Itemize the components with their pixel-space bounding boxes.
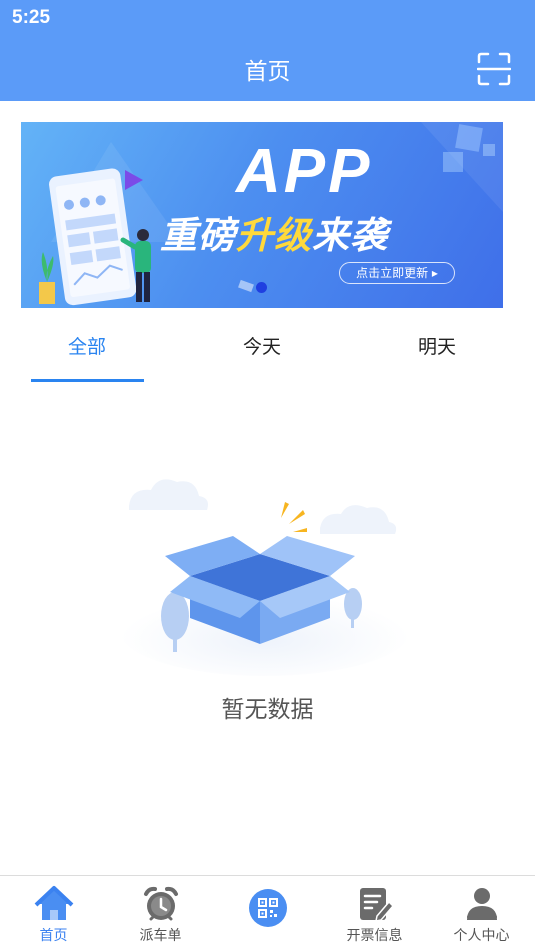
promo-banner[interactable]: APP 重磅升级来袭 点击立即更新 ▸: [21, 122, 503, 308]
nav-home[interactable]: 首页: [0, 876, 107, 951]
nav-label-invoice: 开票信息: [346, 928, 403, 944]
nav-invoice[interactable]: 开票信息: [321, 876, 428, 951]
page-title: 首页: [244, 59, 291, 85]
nav-label-dispatch: 派车单: [139, 928, 182, 944]
banner-subtitle-highlight: 升级: [236, 214, 312, 257]
tab-all[interactable]: 全部: [27, 332, 147, 359]
empty-state-text: 暂无数据: [221, 697, 314, 723]
nav-label-profile: 个人中心: [453, 928, 510, 944]
nav-scan-qr[interactable]: [214, 876, 321, 951]
update-now-button[interactable]: 点击立即更新 ▸: [339, 262, 455, 284]
empty-box-illustration: [120, 479, 410, 676]
active-tab-underline: [31, 379, 144, 382]
carousel-indicator-dot[interactable]: [256, 282, 267, 293]
banner-subtitle-part1: 重磅: [160, 214, 236, 257]
top-header: 5:25 首页: [0, 0, 535, 101]
status-time: 5:25: [12, 7, 51, 28]
user-icon: [467, 888, 497, 920]
nav-dispatch[interactable]: 派车单: [107, 876, 214, 951]
invoice-edit-icon: [360, 888, 395, 922]
date-filter-tabs: 全部 今天 明天: [0, 318, 535, 384]
qr-code-icon: [249, 889, 287, 927]
home-icon: [34, 886, 74, 920]
tab-today[interactable]: 今天: [202, 332, 322, 359]
bottom-navigation: 首页 派车单 开票信息 个人中心: [0, 875, 535, 951]
banner-subtitle: 重磅升级来袭: [160, 205, 388, 259]
nav-label-home: 首页: [39, 928, 68, 944]
alarm-clock-icon: [144, 886, 178, 921]
tab-tomorrow[interactable]: 明天: [377, 332, 497, 359]
banner-subtitle-part2: 来袭: [312, 214, 388, 257]
nav-profile[interactable]: 个人中心: [428, 876, 535, 951]
scan-icon[interactable]: [477, 52, 511, 86]
banner-title: APP: [236, 137, 373, 206]
